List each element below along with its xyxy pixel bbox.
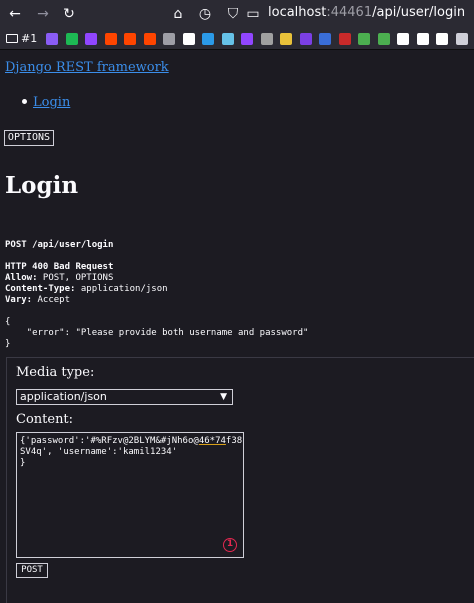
post-button[interactable]: POST bbox=[16, 563, 48, 578]
url-text[interactable]: localhost:44461/api/user/login bbox=[268, 5, 465, 20]
bookmark-favicon-icon[interactable] bbox=[143, 33, 156, 45]
folder-icon bbox=[6, 34, 18, 43]
bookmark-favicon-icon[interactable] bbox=[455, 33, 468, 45]
browser-toolbar: ← → ↻ ⌂ ◷ ⛉ ▭ localhost:44461/api/user/l… bbox=[0, 0, 474, 28]
bookmark-favicon-icon[interactable] bbox=[46, 33, 58, 45]
request-method: POST /api/user/login bbox=[5, 240, 114, 250]
bookmark-favicon-icon[interactable] bbox=[104, 33, 117, 45]
bookmark-favicon-icon[interactable] bbox=[65, 33, 78, 45]
bookmark-favicon-icon[interactable] bbox=[358, 33, 370, 45]
header-row: Vary: Accept bbox=[5, 295, 71, 305]
media-type-select[interactable]: application/json ▼ bbox=[16, 389, 233, 405]
header-row: Content-Type: application/json bbox=[5, 284, 168, 294]
forward-icon[interactable]: → bbox=[34, 5, 52, 23]
bookmark-favicon-icon[interactable] bbox=[260, 33, 273, 45]
bullet-icon bbox=[22, 99, 27, 104]
bookmark-favicon-icon[interactable] bbox=[202, 33, 214, 45]
page-info-icon[interactable]: ▭ bbox=[244, 5, 262, 23]
breadcrumb-login-link[interactable]: Login bbox=[33, 95, 70, 110]
content-textarea[interactable]: {'password':'#%RFzv@2BLYM&#jNh6o@46*74f3… bbox=[16, 432, 244, 558]
bookmark-favicon-icon[interactable] bbox=[319, 33, 331, 45]
reload-icon[interactable]: ↻ bbox=[60, 5, 78, 23]
bookmarks-bar: #1 bbox=[0, 28, 474, 50]
error-count-badge[interactable]: 1 bbox=[223, 538, 237, 552]
bookmark-favicon-icon[interactable] bbox=[163, 33, 175, 45]
bookmark-favicon-icon[interactable] bbox=[280, 33, 292, 45]
bookmark-folder[interactable]: #1 bbox=[6, 31, 37, 47]
content-label: Content: bbox=[16, 412, 74, 427]
response-body-open: { bbox=[5, 317, 11, 327]
status-line: HTTP 400 Bad Request bbox=[5, 262, 114, 272]
bookmark-favicon-icon[interactable] bbox=[299, 33, 312, 45]
history-clock-icon[interactable]: ◷ bbox=[196, 5, 214, 23]
bookmark-favicon-icon[interactable] bbox=[124, 33, 136, 45]
back-icon[interactable]: ← bbox=[6, 5, 24, 23]
bookmark-favicon-icon[interactable] bbox=[338, 33, 351, 45]
header-row: Allow: POST, OPTIONS bbox=[5, 273, 114, 283]
chevron-down-icon: ▼ bbox=[220, 392, 227, 402]
brand-link[interactable]: Django REST framework bbox=[5, 60, 169, 75]
bookmark-favicon-icon[interactable] bbox=[241, 33, 253, 45]
bookmark-favicon-icon[interactable] bbox=[397, 33, 409, 45]
breadcrumb: Login bbox=[22, 95, 70, 110]
response-body-line: "error": "Please provide both username a… bbox=[5, 328, 309, 338]
media-type-label: Media type: bbox=[16, 365, 95, 380]
bookmark-favicon-icon[interactable] bbox=[182, 33, 195, 45]
page-title: Login bbox=[5, 172, 79, 199]
bookmark-favicon-icon[interactable] bbox=[436, 33, 448, 45]
home-icon[interactable]: ⌂ bbox=[169, 5, 187, 23]
bookmark-favicon-icon[interactable] bbox=[221, 33, 234, 45]
url-bar[interactable]: ⛉ ▭ localhost:44461/api/user/login bbox=[220, 2, 474, 26]
shield-icon[interactable]: ⛉ bbox=[224, 5, 242, 23]
bookmark-favicon-icon[interactable] bbox=[85, 33, 97, 45]
response-info: POST /api/user/login HTTP 400 Bad Reques… bbox=[5, 240, 308, 350]
options-button[interactable]: OPTIONS bbox=[4, 130, 54, 146]
bookmark-favicon-icon[interactable] bbox=[416, 33, 429, 45]
response-body-close: } bbox=[5, 339, 11, 349]
bookmark-favicon-icon[interactable] bbox=[377, 33, 390, 45]
